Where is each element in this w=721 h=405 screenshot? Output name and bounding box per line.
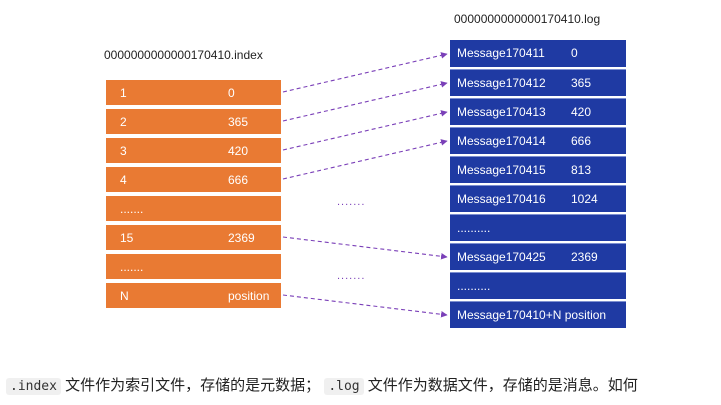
caption-text-1: 文件作为索引文件，存储的是元数据； xyxy=(60,377,321,394)
arrows-layer xyxy=(282,52,448,318)
log-code: .log xyxy=(324,378,364,395)
caption-text-2: 文件作为数据文件，存储的是消息。如何 xyxy=(363,377,638,394)
arrow-4 xyxy=(282,139,448,180)
arrow-1 xyxy=(282,52,448,93)
caption: .index 文件作为索引文件，存储的是元数据； .log 文件作为数据文件，存… xyxy=(6,374,638,395)
index-code: .index xyxy=(6,378,61,395)
arrow-2 xyxy=(282,81,448,122)
arrow-n xyxy=(282,294,448,318)
arrow-3 xyxy=(282,110,448,151)
arrow-15 xyxy=(282,236,448,260)
